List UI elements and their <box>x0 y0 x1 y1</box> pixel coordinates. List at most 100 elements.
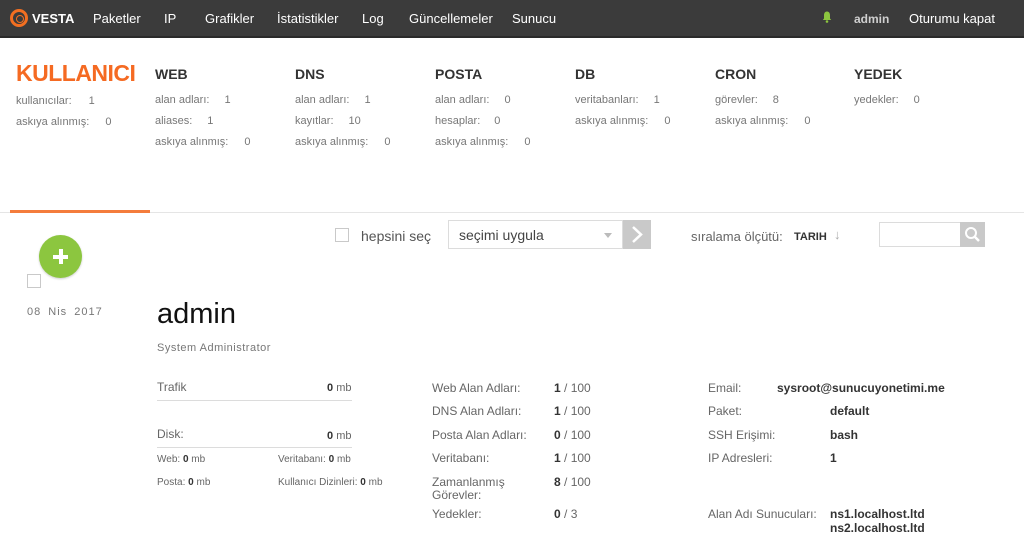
bulk-action-select[interactable]: seçimi uygula <box>448 220 623 249</box>
stat-row: hesaplar: 0 <box>435 115 530 136</box>
email-value: sysroot@sunucuyonetimi.me <box>777 381 945 395</box>
nameserver-1: ns1.localhost.ltd <box>830 507 925 521</box>
stat-label: görevler: <box>715 94 758 106</box>
stats-mail-column[interactable]: POSTA alan adları: 0 hesaplar: 0 askıya al… <box>435 60 530 157</box>
disk-meter-bar <box>157 447 352 448</box>
disk-home-usage: Kullanıcı Dizinleri: 0 mb <box>278 477 383 488</box>
stat-label: alan adları: <box>435 94 490 106</box>
stat-label: alan adları: <box>155 94 210 106</box>
stat-row: alan adları: 1 <box>155 94 250 115</box>
traffic-value: 0 mb <box>327 382 352 394</box>
stat-value: 1 <box>224 94 231 106</box>
nav-statistics[interactable]: İstatistikler <box>277 11 338 26</box>
overview-stats-panel: KULLANICI kullanıcılar: 1 askıya alınmış:… <box>0 38 1024 213</box>
stats-cron-column[interactable]: CRON görevler: 8 askıya alınmış: 0 <box>715 60 810 136</box>
stats-db-title: DB <box>575 66 596 82</box>
limit-web-domains-value: 1 / 100 <box>554 381 591 395</box>
stat-value: 0 <box>494 115 501 127</box>
stat-value: 0 <box>244 136 251 148</box>
stat-label: hesaplar: <box>435 115 481 127</box>
stat-row: askıya alınmış: 0 <box>295 136 390 157</box>
stat-label: askıya alınmış: <box>435 136 509 148</box>
bulk-action-value: seçimi uygula <box>459 227 544 243</box>
stat-row: alan adları: 0 <box>435 94 530 115</box>
stat-row: kullanıcılar: 1 <box>16 95 135 116</box>
limit-cron-value: 8 / 100 <box>554 475 591 489</box>
chevron-down-icon <box>604 233 612 238</box>
apply-bulk-action-button[interactable] <box>623 220 651 249</box>
stat-label: kullanıcılar: <box>16 95 72 107</box>
user-menu-link[interactable]: admin <box>854 12 889 26</box>
stats-web-column[interactable]: WEB alan adları: 1 aliases: 1 askıya alınm… <box>155 60 250 157</box>
search-input[interactable] <box>879 222 961 247</box>
stats-user-column[interactable]: KULLANICI kullanıcılar: 1 askıya alınmış:… <box>16 60 136 137</box>
ip-addresses-label: IP Adresleri: <box>708 451 773 465</box>
limit-mail-domains-value: 0 / 100 <box>554 428 591 442</box>
top-navigation-bar: VESTA Paketler IP Grafikler İstatistikle… <box>0 0 1024 38</box>
brand-name: VESTA <box>32 10 75 26</box>
stats-backup-column[interactable]: YEDEK yedekler: 0 <box>854 60 920 115</box>
notification-bell-icon[interactable] <box>822 11 832 23</box>
logout-link[interactable]: Oturumu kapat <box>909 11 995 26</box>
disk-label: Disk: <box>157 427 184 441</box>
disk-db-usage: Veritabanı: 0 mb <box>278 454 351 465</box>
account-username[interactable]: admin <box>157 298 236 331</box>
stat-label: askıya alınmış: <box>16 116 90 128</box>
stat-value: 1 <box>88 95 95 107</box>
stats-dns-title: DNS <box>295 66 325 82</box>
stat-value: 8 <box>772 94 779 106</box>
package-value: default <box>830 404 870 418</box>
nameservers-label: Alan Adı Sunucuları: <box>708 507 817 521</box>
vesta-logo[interactable]: VESTA <box>10 9 74 27</box>
sort-direction-icon[interactable]: ↓ <box>834 227 841 242</box>
stat-value: 0 <box>913 94 920 106</box>
search-button[interactable] <box>960 222 985 247</box>
vesta-logo-icon <box>10 9 28 27</box>
limit-backups-value: 0 / 3 <box>554 507 578 521</box>
stat-label: askıya alınmış: <box>715 115 789 127</box>
stat-row: görevler: 8 <box>715 94 810 115</box>
nav-log[interactable]: Log <box>362 11 384 26</box>
stat-label: veritabanları: <box>575 94 639 106</box>
limit-backups-label: Yedekler: <box>432 507 482 521</box>
nav-graphs[interactable]: Grafikler <box>205 11 254 26</box>
stat-label: kayıtlar: <box>295 115 334 127</box>
nav-packages[interactable]: Paketler <box>93 11 141 26</box>
traffic-label: Trafik <box>157 380 187 394</box>
stat-value: 1 <box>364 94 371 106</box>
stat-row: askıya alınmış: 0 <box>575 115 670 136</box>
add-user-button[interactable] <box>39 235 82 278</box>
limit-cron-label: Zamanlanmış <box>432 475 505 489</box>
disk-web-usage: Web: 0 mb <box>157 454 206 465</box>
stat-row: yedekler: 0 <box>854 94 920 115</box>
stat-label: askıya alınmış: <box>295 136 369 148</box>
select-all-label[interactable]: hepsini seç <box>361 228 431 244</box>
stat-value: 0 <box>105 116 112 128</box>
stat-label: askıya alınmış: <box>575 115 649 127</box>
disk-mail-usage: Posta: 0 mb <box>157 477 211 488</box>
nav-ip[interactable]: IP <box>164 11 176 26</box>
limit-databases-label: Veritabanı: <box>432 451 490 465</box>
sort-field-toggle[interactable]: TARIH <box>794 231 827 243</box>
limit-databases-value: 1 / 100 <box>554 451 591 465</box>
stats-dns-column[interactable]: DNS alan adları: 1 kayıtlar: 10 askıya alı… <box>295 60 390 157</box>
stat-row: kayıtlar: 10 <box>295 115 390 136</box>
stat-value: 0 <box>524 136 531 148</box>
nav-server[interactable]: Sunucu <box>512 11 556 26</box>
limit-mail-domains-label: Posta Alan Adları: <box>432 428 527 442</box>
select-all-checkbox[interactable] <box>335 228 349 242</box>
stat-row: alan adları: 1 <box>295 94 390 115</box>
nav-updates[interactable]: Güncellemeler <box>409 11 493 26</box>
ip-addresses-value: 1 <box>830 451 837 465</box>
stat-value: 1 <box>207 115 214 127</box>
stats-db-column[interactable]: DB veritabanları: 1 askıya alınmış: 0 <box>575 60 670 136</box>
stats-user-title: KULLANICI <box>16 60 136 86</box>
stats-backup-title: YEDEK <box>854 66 903 82</box>
package-label: Paket: <box>708 404 743 418</box>
row-select-checkbox[interactable] <box>27 274 41 288</box>
limit-dns-domains-label: DNS Alan Adları: <box>432 404 522 418</box>
stat-label: yedekler: <box>854 94 899 106</box>
traffic-meter-bar <box>157 400 352 401</box>
ssh-access-label: SSH Erişimi: <box>708 428 776 442</box>
stat-row: askıya alınmış: 0 <box>155 136 250 157</box>
